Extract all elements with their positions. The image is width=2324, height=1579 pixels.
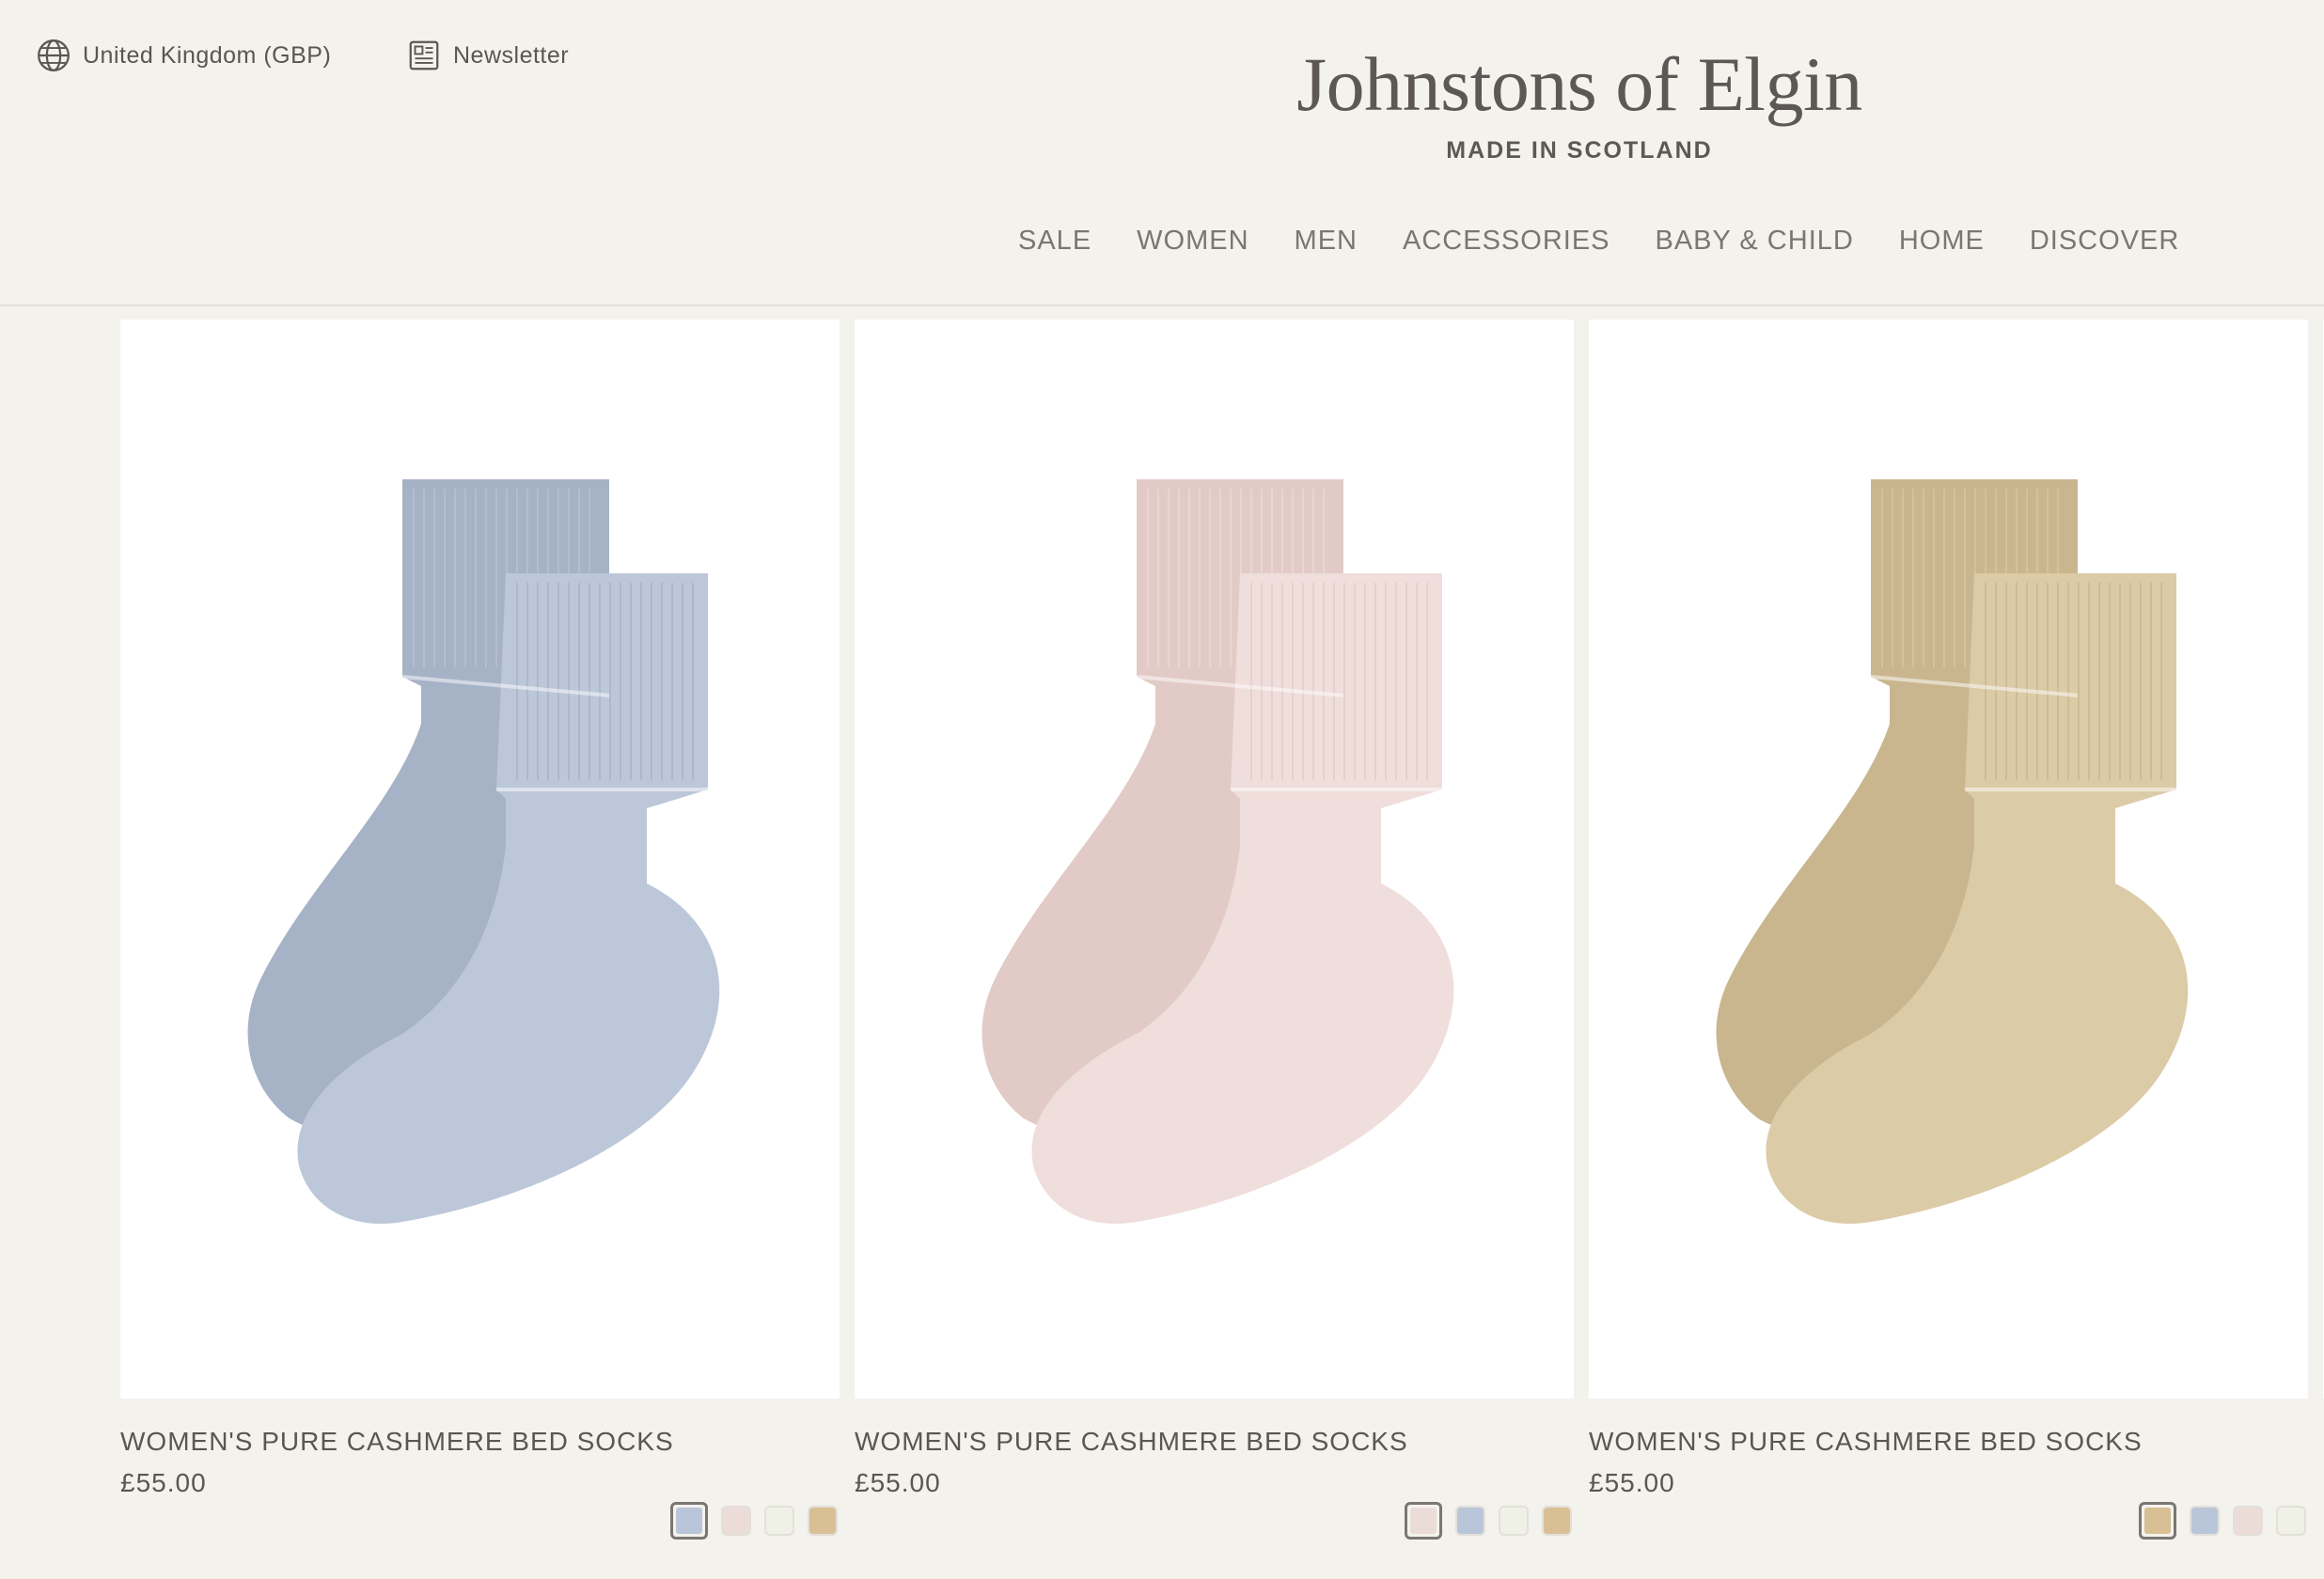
color-swatch[interactable]: [1499, 1506, 1529, 1536]
product-price: £55.00: [855, 1468, 941, 1497]
product-image[interactable]: [1589, 320, 2308, 1399]
nav-item-women[interactable]: WOMEN: [1137, 226, 1248, 257]
newsletter-link[interactable]: Newsletter: [406, 38, 569, 73]
brand-logo[interactable]: Johnstons of Elgin MADE IN SCOTLAND: [1260, 38, 1899, 164]
nav-item-accessories[interactable]: ACCESSORIES: [1403, 226, 1610, 257]
color-swatch[interactable]: [1405, 1502, 1442, 1540]
color-swatch[interactable]: [808, 1506, 838, 1536]
color-swatch-fill: [1410, 1508, 1437, 1534]
product-price: £55.00: [120, 1468, 207, 1497]
product-grid: WOMEN'S PURE CASHMERE BED SOCKS £55.00 W…: [120, 320, 2324, 1540]
newspaper-icon: [409, 40, 439, 70]
region-label: United Kingdom (GBP): [83, 41, 332, 69]
product-card[interactable]: WOMEN'S PURE CASHMERE BED SOCKS £55.00: [855, 320, 1574, 1540]
socks-illustration: [247, 479, 720, 1224]
product-image[interactable]: [855, 320, 1574, 1399]
color-swatch[interactable]: [2233, 1506, 2263, 1536]
socks-illustration: [1716, 479, 2189, 1224]
color-swatch[interactable]: [2190, 1506, 2220, 1536]
newsletter-label: Newsletter: [453, 41, 570, 69]
nav-item-sale[interactable]: SALE: [1018, 226, 1091, 257]
color-swatch-fill: [676, 1508, 702, 1534]
nav-item-home[interactable]: HOME: [1899, 226, 1985, 257]
brand-tagline: MADE IN SCOTLAND: [1446, 137, 1713, 164]
product-title[interactable]: WOMEN'S PURE CASHMERE BED SOCKS: [855, 1427, 1574, 1457]
product-image[interactable]: [120, 320, 840, 1399]
product-title[interactable]: WOMEN'S PURE CASHMERE BED SOCKS: [1589, 1427, 2308, 1457]
color-swatches: [2139, 1502, 2306, 1540]
color-swatch[interactable]: [721, 1506, 751, 1536]
product-card[interactable]: WOMEN'S PURE CASHMERE BED SOCKS £55.00: [120, 320, 840, 1540]
nav-item-baby-child[interactable]: BABY & CHILD: [1656, 226, 1854, 257]
color-swatch[interactable]: [1455, 1506, 1485, 1536]
main-nav: SALE WOMEN MEN ACCESSORIES BABY & CHILD …: [1018, 226, 2179, 257]
color-swatch[interactable]: [764, 1506, 794, 1536]
product-title[interactable]: WOMEN'S PURE CASHMERE BED SOCKS: [120, 1427, 840, 1457]
color-swatches: [670, 1502, 838, 1540]
color-swatches: [1405, 1502, 1572, 1540]
globe-icon: [38, 39, 70, 71]
brand-name: Johnstons of Elgin: [1296, 41, 1862, 127]
color-swatch[interactable]: [2276, 1506, 2306, 1536]
nav-item-discover[interactable]: DISCOVER: [2030, 226, 2179, 257]
color-swatch-fill: [2144, 1508, 2171, 1534]
site-header: United Kingdom (GBP) Newsletter Johnston…: [0, 0, 2324, 306]
product-card[interactable]: WOMEN'S PURE CASHMERE BED SOCKS £55.00: [1589, 320, 2308, 1540]
color-swatch[interactable]: [2139, 1502, 2176, 1540]
color-swatch[interactable]: [1542, 1506, 1572, 1536]
region-selector[interactable]: United Kingdom (GBP): [36, 38, 331, 73]
product-price: £55.00: [1589, 1468, 1675, 1497]
nav-item-men[interactable]: MEN: [1295, 226, 1358, 257]
color-swatch[interactable]: [670, 1502, 708, 1540]
socks-illustration: [981, 479, 1454, 1224]
